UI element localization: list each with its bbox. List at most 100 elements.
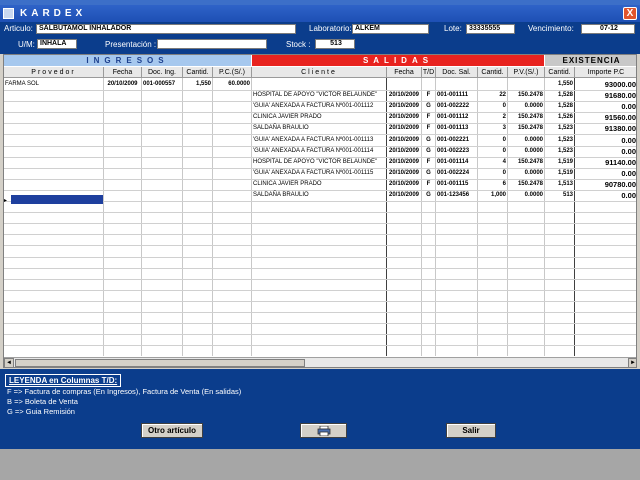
otro-articulo-button[interactable]: Otro artículo (141, 423, 203, 438)
scroll-left-icon[interactable]: ◄ (4, 358, 14, 367)
cell-cantidad-existencia[interactable]: 1,519 (545, 168, 574, 179)
cell-cliente[interactable]: 'GUIA' ANEXADA A FACTURA Nº001-001112 (252, 101, 386, 112)
column-header-doc-ingreso[interactable]: Doc. Ing. (142, 67, 183, 78)
cell-precio-venta[interactable]: 150.2478 (508, 157, 544, 168)
cell-importe[interactable]: 0.00 (575, 168, 636, 179)
cell-fecha-ingreso[interactable]: 20/10/2009 (104, 79, 141, 90)
cell-cantidad-existencia[interactable]: 1,550 (545, 79, 574, 90)
cell-precio-venta[interactable]: 150.2478 (508, 90, 544, 101)
cell-cantidad-salida[interactable]: 2 (478, 112, 507, 123)
cell-td[interactable]: F (422, 157, 435, 168)
vencimiento-field[interactable]: 07-12 (581, 24, 635, 34)
cell-cantidad-existencia[interactable]: 1,528 (545, 90, 574, 101)
cell-cantidad-salida[interactable]: 0 (478, 135, 507, 146)
cell-cantidad-salida[interactable]: 0 (478, 146, 507, 157)
cell-cantidad-salida[interactable]: 4 (478, 157, 507, 168)
cell-doc-ingreso[interactable]: 001-000557 (142, 79, 182, 90)
articulo-field[interactable]: SALBUTAMOL INHALADOR (36, 24, 296, 34)
cell-fecha-salida[interactable]: 20/10/2009 (387, 157, 421, 168)
column-header-cliente[interactable]: Cliente (252, 67, 387, 78)
cell-td[interactable]: G (422, 135, 435, 146)
cell-doc-salida[interactable]: 001-002223 (436, 146, 477, 157)
cell-cliente[interactable]: SALDAÑA BRAULIO (252, 123, 386, 134)
scroll-thumb[interactable] (15, 359, 305, 367)
column-header-cantidad-ingreso[interactable]: Cantid. (183, 67, 213, 78)
cell-precio-venta[interactable]: 150.2478 (508, 112, 544, 123)
lote-field[interactable]: 33335555 (466, 24, 515, 34)
cell-td[interactable]: F (422, 179, 435, 190)
cell-fecha-salida[interactable]: 20/10/2009 (387, 90, 421, 101)
cell-td[interactable]: F (422, 90, 435, 101)
cell-importe[interactable]: 91680.00 (575, 90, 636, 101)
print-button[interactable] (300, 423, 347, 438)
cell-importe[interactable]: 93000.00 (575, 79, 636, 90)
column-header-doc-salida[interactable]: Doc. Sal. (436, 67, 478, 78)
cell-precio-compra[interactable]: 60.0000 (213, 79, 251, 90)
column-header-td[interactable]: T/D (422, 67, 436, 78)
cell-cliente[interactable]: 'GUIA' ANEXADA A FACTURA Nº001-001113 (252, 135, 386, 146)
cell-cantidad-existencia[interactable]: 1,523 (545, 146, 574, 157)
cell-precio-venta[interactable]: 150.2478 (508, 179, 544, 190)
cell-fecha-salida[interactable]: 20/10/2009 (387, 190, 421, 201)
cell-importe[interactable]: 0.00 (575, 146, 636, 157)
presentacion-field[interactable] (157, 39, 267, 49)
cell-doc-salida[interactable]: 001-001113 (436, 123, 477, 134)
cell-importe[interactable]: 91380.00 (575, 123, 636, 134)
cell-fecha-salida[interactable]: 20/10/2009 (387, 112, 421, 123)
cell-importe[interactable]: 0.00 (575, 101, 636, 112)
cell-doc-salida[interactable]: 001-001115 (436, 179, 477, 190)
cell-precio-venta[interactable]: 150.2478 (508, 123, 544, 134)
cell-importe[interactable]: 0.00 (575, 190, 636, 201)
column-header-proveedor[interactable]: Provedor (4, 67, 104, 78)
cell-precio-venta[interactable]: 0.0000 (508, 168, 544, 179)
cell-importe[interactable]: 0.00 (575, 135, 636, 146)
cell-cantidad-existencia[interactable]: 1,523 (545, 135, 574, 146)
cell-cantidad-existencia[interactable]: 1,513 (545, 179, 574, 190)
column-header-precio-compra[interactable]: P.C.(S/.) (213, 67, 252, 78)
horizontal-scrollbar[interactable]: ◄ ► (4, 357, 636, 367)
cell-fecha-salida[interactable]: 20/10/2009 (387, 123, 421, 134)
cell-fecha-salida[interactable]: 20/10/2009 (387, 168, 421, 179)
cell-fecha-salida[interactable]: 20/10/2009 (387, 101, 421, 112)
selected-cell[interactable] (11, 195, 103, 204)
cell-cantidad-salida[interactable]: 0 (478, 168, 507, 179)
um-field[interactable]: INHALA (37, 39, 77, 49)
close-button[interactable]: X (623, 7, 637, 20)
column-header-fecha-salida[interactable]: Fecha (387, 67, 422, 78)
cell-td[interactable]: F (422, 123, 435, 134)
cell-cantidad-existencia[interactable]: 1,528 (545, 101, 574, 112)
cell-cliente[interactable]: CLINICA JAVIER PRADO (252, 179, 386, 190)
cell-cliente[interactable]: HOSPITAL DE APOYO "VICTOR BELAUNDE" (252, 90, 386, 101)
cell-cantidad-salida[interactable]: 22 (478, 90, 507, 101)
column-header-fecha-ingreso[interactable]: Fecha (104, 67, 142, 78)
scroll-right-icon[interactable]: ► (628, 358, 636, 367)
cell-td[interactable]: G (422, 101, 435, 112)
cell-cliente[interactable]: CLINICA JAVIER PRADO (252, 112, 386, 123)
cell-cliente[interactable]: HOSPITAL DE APOYO "VICTOR BELAUNDE" (252, 157, 386, 168)
cell-cliente[interactable]: SALDAÑA BRAULIO (252, 190, 386, 201)
cell-cantidad-existencia[interactable]: 1,519 (545, 157, 574, 168)
cell-cantidad-salida[interactable]: 6 (478, 179, 507, 190)
cell-doc-salida[interactable]: 001-001111 (436, 90, 477, 101)
cell-fecha-salida[interactable]: 20/10/2009 (387, 179, 421, 190)
column-header-cantidad-existencia[interactable]: Cantid. (545, 67, 575, 78)
cell-cantidad-salida[interactable]: 0 (478, 101, 507, 112)
salir-button[interactable]: Salir (446, 423, 496, 438)
cell-precio-venta[interactable]: 0.0000 (508, 190, 544, 201)
cell-td[interactable]: G (422, 190, 435, 201)
cell-cantidad-existencia[interactable]: 1,526 (545, 112, 574, 123)
cell-precio-venta[interactable]: 0.0000 (508, 135, 544, 146)
cell-doc-salida[interactable]: 001-123456 (436, 190, 477, 201)
cell-precio-venta[interactable]: 0.0000 (508, 101, 544, 112)
cell-cantidad-salida[interactable]: 1,000 (478, 190, 507, 201)
cell-importe[interactable]: 91140.00 (575, 157, 636, 168)
cell-cantidad-ingreso[interactable]: 1,550 (183, 79, 212, 90)
cell-doc-salida[interactable]: 001-001112 (436, 112, 477, 123)
cell-td[interactable]: G (422, 146, 435, 157)
cell-importe[interactable]: 90780.00 (575, 179, 636, 190)
cell-cantidad-salida[interactable]: 3 (478, 123, 507, 134)
cell-cantidad-existencia[interactable]: 513 (545, 190, 574, 201)
cell-importe[interactable]: 91560.00 (575, 112, 636, 123)
cell-fecha-salida[interactable]: 20/10/2009 (387, 135, 421, 146)
cell-doc-salida[interactable]: 001-001114 (436, 157, 477, 168)
